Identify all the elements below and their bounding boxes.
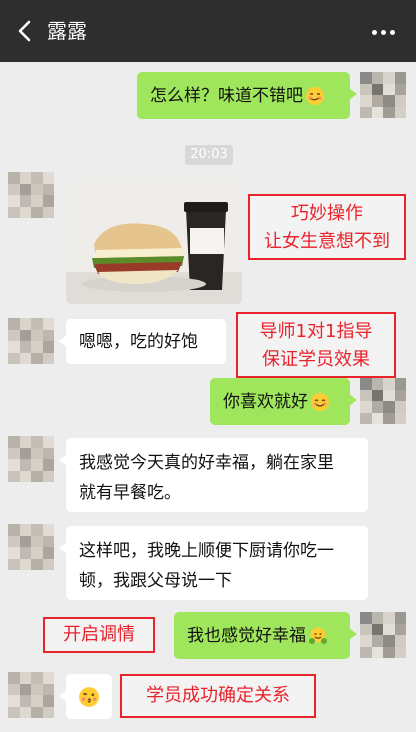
annotation-box: 学员成功确定关系 [120, 674, 316, 718]
avatar-me[interactable] [360, 612, 406, 658]
message-text: 嗯嗯，吃的好饱 [79, 331, 198, 352]
smile-emoji-icon [311, 392, 329, 411]
annotation-line: 学员成功确定关系 [146, 685, 290, 706]
more-dots-icon[interactable] [372, 22, 400, 42]
kiss-emoji-icon [79, 686, 99, 707]
avatar-me[interactable] [360, 378, 406, 424]
chevron-left-icon[interactable] [14, 19, 36, 43]
annotation-line: 导师1对1指导 [259, 321, 373, 342]
message-bubble-sent[interactable]: 你喜欢就好 [210, 378, 357, 425]
message-text-line: 这样吧，我晚上顺便下厨请你吃一 [79, 541, 334, 561]
avatar-contact[interactable] [8, 172, 54, 218]
avatar-contact[interactable] [8, 436, 54, 482]
message-bubble-sent[interactable]: 怎么样？味道不错吧 [137, 72, 357, 119]
message-text-line: 顿，我跟父母说一下 [79, 571, 232, 591]
message-bubble-sent[interactable]: 我也感觉好幸福 [174, 612, 357, 659]
annotation-box: 导师1对1指导 保证学员效果 [236, 312, 396, 378]
message-text: 怎么样？味道不错吧 [150, 85, 303, 106]
avatar-me[interactable] [360, 72, 406, 118]
message-text-line: 我感觉今天真的好幸福，躺在家里 [79, 453, 334, 473]
smirk-emoji-icon [306, 86, 324, 105]
annotation-line: 保证学员效果 [262, 349, 370, 370]
message-text-line: 就有早餐吃。 [79, 483, 181, 503]
annotation-box: 开启调情 [43, 617, 155, 653]
avatar-contact[interactable] [8, 524, 54, 570]
annotation-line: 开启调情 [63, 624, 135, 645]
avatar-contact[interactable] [8, 318, 54, 364]
message-bubble-received[interactable] [59, 674, 112, 719]
message-bubble-received[interactable]: 嗯嗯，吃的好饱 [59, 319, 226, 364]
sandwich-and-coffee-photo[interactable] [66, 180, 242, 304]
chat-title: 露露 [47, 19, 87, 43]
timestamp: 20:03 [185, 145, 233, 165]
message-text: 你喜欢就好 [223, 391, 308, 412]
chat-header: 露露 [0, 0, 416, 62]
avatar-contact[interactable] [8, 672, 54, 718]
annotation-box: 巧妙操作 让女生意想不到 [248, 194, 406, 260]
message-bubble-received[interactable]: 我感觉今天真的好幸福，躺在家里 就有早餐吃。 [59, 438, 368, 512]
message-text: 我也感觉好幸福 [187, 625, 306, 646]
message-bubble-received[interactable]: 这样吧，我晚上顺便下厨请你吃一 顿，我跟父母说一下 [59, 526, 368, 600]
annotation-line: 让女生意想不到 [264, 231, 390, 252]
annotation-line: 巧妙操作 [291, 203, 363, 224]
hug-emoji-icon [309, 627, 327, 644]
